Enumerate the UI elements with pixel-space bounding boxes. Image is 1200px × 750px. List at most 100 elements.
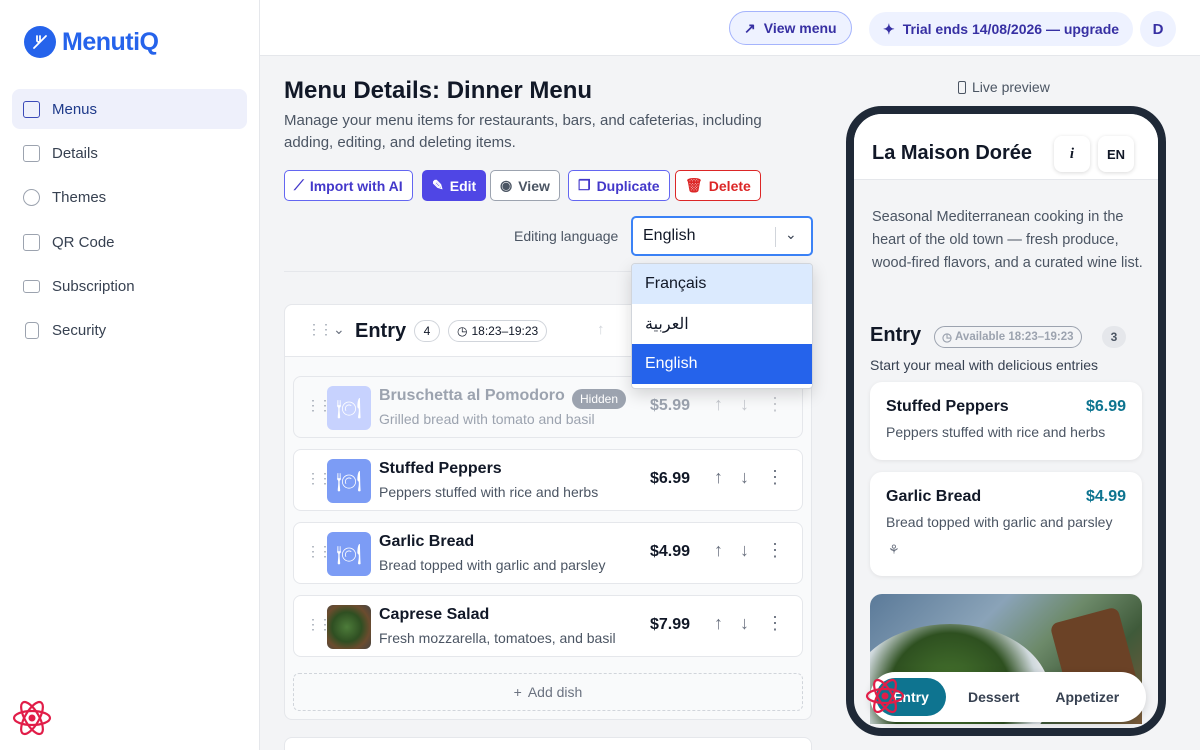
preview-dish-name: Stuffed Peppers <box>886 398 1009 415</box>
language-button[interactable]: EN <box>1098 136 1134 172</box>
dish-description: Peppers stuffed with rice and herbs <box>379 484 599 500</box>
move-down-icon[interactable]: ↓ <box>740 394 749 415</box>
dish-placeholder-icon: 🍽 <box>327 459 371 503</box>
duplicate-button[interactable]: ❐ Duplicate <box>568 170 670 201</box>
sidebar-item-security[interactable]: Security <box>12 310 247 350</box>
tab-appetizer[interactable]: Appetizer <box>1041 678 1133 716</box>
section-time: 18:23–19:23 <box>471 324 539 338</box>
preview-dish-card[interactable]: Garlic Bread $4.99 Bread topped with gar… <box>870 472 1142 576</box>
page-description: Manage your menu items for restaurants, … <box>284 112 762 151</box>
restaurant-name: La Maison Dorée <box>872 142 1033 164</box>
sidebar-item-label: Menus <box>52 100 98 118</box>
dish-price: $4.99 <box>649 543 690 560</box>
add-dish-label: Add dish <box>527 684 583 700</box>
restaurant-description: Seasonal Mediterranean cooking in the he… <box>872 209 1143 271</box>
import-with-ai-button[interactable]: ⟋ Import with AI <box>284 170 413 201</box>
add-dish-button[interactable]: + Add dish <box>293 673 803 711</box>
dish-description: Grilled bread with tomato and basil <box>379 411 595 427</box>
section-time-badge: ◷ 18:23–19:23 <box>448 320 548 342</box>
garlic-allergen-icon: ⚘ <box>888 542 900 557</box>
move-down-icon[interactable]: ↓ <box>740 613 749 634</box>
page-title: Menu Details: Dinner Menu <box>284 77 593 104</box>
sidebar-item-qr-code[interactable]: QR Code <box>12 222 247 262</box>
dish-placeholder-icon: 🍽 <box>327 532 371 576</box>
sidebar-item-details[interactable]: Details <box>12 133 247 173</box>
copy-icon: ❐ <box>578 177 591 193</box>
preview-dish-description: Bread topped with garlic and parsley <box>886 514 1113 530</box>
dish-name: Caprese Salad <box>379 606 490 623</box>
move-up-icon[interactable]: ↑ <box>714 540 723 561</box>
menu-list-icon <box>23 100 40 118</box>
clock-icon: ◷ <box>457 324 468 338</box>
logo-icon <box>24 26 56 58</box>
chevron-down-icon: ⌄ <box>785 226 797 242</box>
dish-row[interactable]: ⋮⋮ 🍽 Stuffed Peppers Peppers stuffed wit… <box>293 449 803 511</box>
move-up-icon[interactable]: ↑ <box>714 394 723 415</box>
view-button[interactable]: ◉ View <box>490 170 560 201</box>
avatar[interactable]: D <box>1140 11 1176 47</box>
delete-label: Delete <box>708 177 751 194</box>
react-devtools-icon[interactable] <box>864 675 906 717</box>
plus-icon: + <box>513 684 522 700</box>
view-menu-button[interactable]: ↗ View menu <box>729 11 852 45</box>
dish-photo <box>327 605 371 649</box>
brand-name: MenutiQ <box>62 27 159 56</box>
sidebar-item-label: Subscription <box>52 277 135 295</box>
move-up-icon[interactable]: ↑ <box>714 467 723 488</box>
phone-icon <box>958 80 966 94</box>
magic-wand-icon: ⟋ <box>294 177 304 193</box>
language-option[interactable]: Français <box>632 264 812 304</box>
brand-logo[interactable]: MenutiQ <box>24 26 159 58</box>
sidebar-item-subscription[interactable]: Subscription <box>12 266 247 306</box>
preview-section-tabs: Entry Dessert Appetizer <box>870 672 1146 722</box>
lock-icon <box>24 321 39 339</box>
trial-upgrade-badge[interactable]: ✦ Trial ends 14/08/2026 — upgrade <box>869 12 1134 46</box>
editing-language-label: Editing language <box>514 228 619 244</box>
section-name: Entry <box>355 320 407 342</box>
dish-price: $5.99 <box>649 397 690 414</box>
sidebar-item-themes[interactable]: Themes <box>12 177 247 217</box>
move-down-icon[interactable]: ↓ <box>740 540 749 561</box>
more-options-icon[interactable]: ⋮ <box>766 540 784 561</box>
preview-dish-name: Garlic Bread <box>886 488 982 505</box>
move-up-icon[interactable]: ↑ <box>597 321 605 338</box>
language-dropdown: Français العربية English <box>631 263 813 389</box>
move-down-icon[interactable]: ↓ <box>740 467 749 488</box>
sidebar-item-label: Security <box>52 321 107 339</box>
pencil-icon: ✎ <box>432 177 444 193</box>
editing-language-select[interactable]: English ⌄ <box>631 216 813 256</box>
more-options-icon[interactable]: ⋮ <box>766 467 784 488</box>
store-icon <box>23 144 40 162</box>
select-divider <box>775 227 776 247</box>
more-options-icon[interactable]: ⋮ <box>766 613 784 634</box>
language-option[interactable]: العربية <box>632 304 812 344</box>
dish-price: $7.99 <box>649 616 690 633</box>
dish-row[interactable]: ⋮⋮ Caprese Salad Fresh mozzarella, tomat… <box>293 595 803 657</box>
credit-card-icon <box>23 279 40 293</box>
move-up-icon[interactable]: ↑ <box>714 613 723 634</box>
section-count-badge: 4 <box>414 320 440 342</box>
edit-button[interactable]: ✎ Edit <box>422 170 487 201</box>
preview-dish-card[interactable]: Stuffed Peppers $6.99 Peppers stuffed wi… <box>870 382 1142 460</box>
import-label: Import with AI <box>309 177 403 194</box>
sidebar-item-menus[interactable]: Menus <box>12 89 247 129</box>
delete-button[interactable]: 🗑 Delete <box>675 170 761 201</box>
more-options-icon[interactable]: ⋮ <box>766 394 784 415</box>
phone-preview: La Maison Dorée i EN Seasonal Mediterran… <box>846 106 1166 736</box>
info-button[interactable]: i <box>1054 136 1090 172</box>
dish-name: Bruschetta al Pomodoro <box>379 387 565 404</box>
sidebar-item-label: Details <box>52 144 98 162</box>
dish-row[interactable]: ⋮⋮ 🍽 Garlic Bread Bread topped with garl… <box>293 522 803 584</box>
dish-description: Fresh mozzarella, tomatoes, and basil <box>379 630 616 646</box>
language-option[interactable]: English <box>632 344 812 384</box>
react-devtools-icon[interactable] <box>11 697 53 739</box>
tab-dessert[interactable]: Dessert <box>954 678 1033 716</box>
drag-handle-icon[interactable]: ⋮⋮ <box>307 321 333 338</box>
view-menu-label: View menu <box>763 20 837 36</box>
chevron-down-icon[interactable]: ⌄ <box>333 321 345 338</box>
duplicate-label: Duplicate <box>596 177 660 194</box>
preview-count-badge: 3 <box>1102 326 1126 348</box>
preview-section-description: Start your meal with delicious entries <box>870 357 1098 373</box>
trial-label: Trial ends 14/08/2026 — upgrade <box>902 21 1120 37</box>
dish-description: Bread topped with garlic and parsley <box>379 557 606 573</box>
